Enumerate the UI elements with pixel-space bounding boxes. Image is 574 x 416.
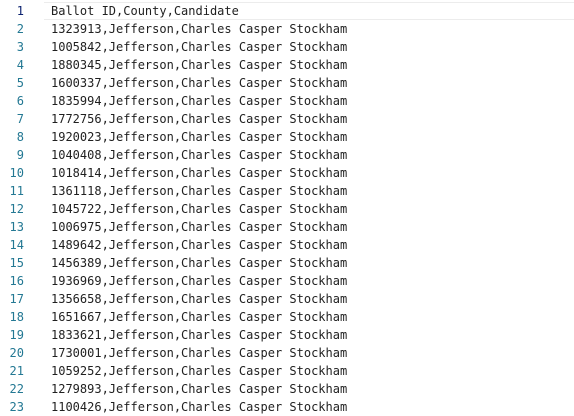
- editor-line-7[interactable]: 7 1772756,Jefferson,Charles Casper Stockh…: [0, 110, 574, 128]
- line-text[interactable]: 1730001,Jefferson,Charles Casper Stockha…: [51, 344, 347, 362]
- line-number: 6: [16, 94, 24, 108]
- editor-line-18[interactable]: 18 1651667,Jefferson,Charles Casper Stock…: [0, 308, 574, 326]
- editor-line-16[interactable]: 16 1936969,Jefferson,Charles Casper Stock…: [0, 272, 574, 290]
- line-text[interactable]: 1356658,Jefferson,Charles Casper Stockha…: [51, 290, 347, 308]
- editor-line-17[interactable]: 17 1356658,Jefferson,Charles Casper Stock…: [0, 290, 574, 308]
- line-number: 11: [9, 184, 24, 198]
- editor-line-6[interactable]: 6 1835994,Jefferson,Charles Casper Stockh…: [0, 92, 574, 110]
- line-number: 22: [9, 382, 24, 396]
- line-text[interactable]: 1040408,Jefferson,Charles Casper Stockha…: [51, 146, 347, 164]
- line-text[interactable]: 1361118,Jefferson,Charles Casper Stockha…: [51, 182, 347, 200]
- line-text[interactable]: 1920023,Jefferson,Charles Casper Stockha…: [51, 128, 347, 146]
- line-number: 7: [16, 112, 24, 126]
- line-text[interactable]: 1005842,Jefferson,Charles Casper Stockha…: [51, 38, 347, 56]
- line-number: 3: [16, 40, 24, 54]
- line-number: 5: [16, 76, 24, 90]
- line-number: 10: [9, 166, 24, 180]
- line-number: 20: [9, 346, 24, 360]
- line-text[interactable]: 1600337,Jefferson,Charles Casper Stockha…: [51, 74, 347, 92]
- line-text[interactable]: 1018414,Jefferson,Charles Casper Stockha…: [51, 164, 347, 182]
- editor-line-20[interactable]: 20 1730001,Jefferson,Charles Casper Stock…: [0, 344, 574, 362]
- line-text[interactable]: 1833621,Jefferson,Charles Casper Stockha…: [51, 326, 347, 344]
- line-number: 12: [9, 202, 24, 216]
- editor-line-21[interactable]: 21 1059252,Jefferson,Charles Casper Stock…: [0, 362, 574, 380]
- editor-line-3[interactable]: 3 1005842,Jefferson,Charles Casper Stockh…: [0, 38, 574, 56]
- line-number: 13: [9, 220, 24, 234]
- line-text[interactable]: 1006975,Jefferson,Charles Casper Stockha…: [51, 218, 347, 236]
- line-text[interactable]: Ballot ID,County,Candidate: [51, 2, 239, 20]
- line-number: 16: [9, 274, 24, 288]
- editor-line-10[interactable]: 10 1018414,Jefferson,Charles Casper Stock…: [0, 164, 574, 182]
- editor-line-9[interactable]: 9 1040408,Jefferson,Charles Casper Stockh…: [0, 146, 574, 164]
- line-text[interactable]: 1059252,Jefferson,Charles Casper Stockha…: [51, 362, 347, 380]
- line-number: 21: [9, 364, 24, 378]
- editor-line-22[interactable]: 22 1279893,Jefferson,Charles Casper Stock…: [0, 380, 574, 398]
- line-text[interactable]: 1100426,Jefferson,Charles Casper Stockha…: [51, 398, 347, 416]
- line-number: 19: [9, 328, 24, 342]
- editor-line-5[interactable]: 5 1600337,Jefferson,Charles Casper Stockh…: [0, 74, 574, 92]
- editor-line-14[interactable]: 14 1489642,Jefferson,Charles Casper Stock…: [0, 236, 574, 254]
- line-text[interactable]: 1772756,Jefferson,Charles Casper Stockha…: [51, 110, 347, 128]
- line-text[interactable]: 1835994,Jefferson,Charles Casper Stockha…: [51, 92, 347, 110]
- editor-line-15[interactable]: 15 1456389,Jefferson,Charles Casper Stock…: [0, 254, 574, 272]
- line-text[interactable]: 1456389,Jefferson,Charles Casper Stockha…: [51, 254, 347, 272]
- editor-line-1[interactable]: 1 Ballot ID,County,Candidate: [0, 2, 574, 20]
- line-number: 4: [16, 58, 24, 72]
- line-number: 23: [9, 400, 24, 414]
- line-number: 14: [9, 238, 24, 252]
- line-text[interactable]: 1936969,Jefferson,Charles Casper Stockha…: [51, 272, 347, 290]
- line-number: 2: [16, 22, 24, 36]
- line-number: 17: [9, 292, 24, 306]
- editor-line-23[interactable]: 23 1100426,Jefferson,Charles Casper Stock…: [0, 398, 574, 416]
- line-text[interactable]: 1279893,Jefferson,Charles Casper Stockha…: [51, 380, 347, 398]
- line-number: 8: [16, 130, 24, 144]
- line-text[interactable]: 1880345,Jefferson,Charles Casper Stockha…: [51, 56, 347, 74]
- editor-line-4[interactable]: 4 1880345,Jefferson,Charles Casper Stockh…: [0, 56, 574, 74]
- editor-line-8[interactable]: 8 1920023,Jefferson,Charles Casper Stockh…: [0, 128, 574, 146]
- editor-line-11[interactable]: 11 1361118,Jefferson,Charles Casper Stock…: [0, 182, 574, 200]
- line-number: 1: [16, 4, 24, 18]
- line-number: 15: [9, 256, 24, 270]
- line-text[interactable]: 1489642,Jefferson,Charles Casper Stockha…: [51, 236, 347, 254]
- editor-line-12[interactable]: 12 1045722,Jefferson,Charles Casper Stock…: [0, 200, 574, 218]
- editor-line-19[interactable]: 19 1833621,Jefferson,Charles Casper Stock…: [0, 326, 574, 344]
- line-text[interactable]: 1323913,Jefferson,Charles Casper Stockha…: [51, 20, 347, 38]
- line-text[interactable]: 1651667,Jefferson,Charles Casper Stockha…: [51, 308, 347, 326]
- code-editor[interactable]: 1 Ballot ID,County,Candidate 2 1323913,Jef…: [0, 2, 574, 415]
- editor-line-2[interactable]: 2 1323913,Jefferson,Charles Casper Stockh…: [0, 20, 574, 38]
- line-text[interactable]: 1045722,Jefferson,Charles Casper Stockha…: [51, 200, 347, 218]
- editor-line-13[interactable]: 13 1006975,Jefferson,Charles Casper Stock…: [0, 218, 574, 236]
- line-number: 18: [9, 310, 24, 324]
- line-number: 9: [16, 148, 24, 162]
